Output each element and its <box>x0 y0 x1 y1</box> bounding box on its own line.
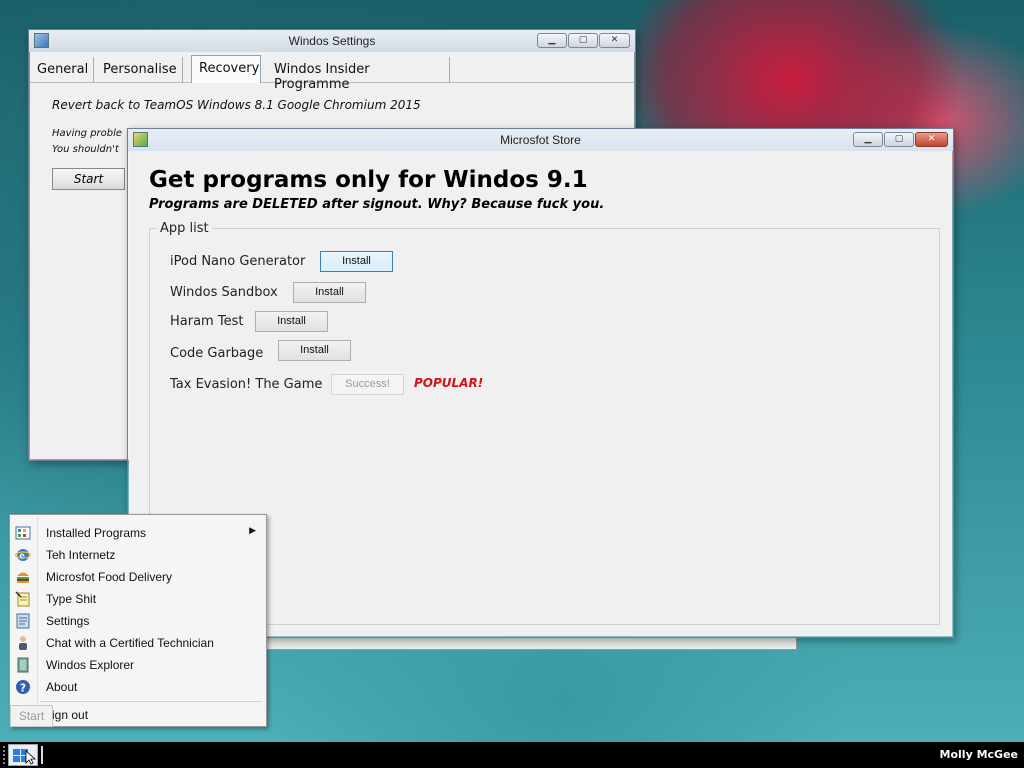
help-icon: ? <box>15 679 31 695</box>
tab-insider-programme[interactable]: Windos Insider Programme <box>267 57 450 92</box>
user-name: Molly McGee <box>939 748 1018 761</box>
popular-badge: POPULAR! <box>414 376 484 390</box>
close-icon: ✕ <box>610 35 619 45</box>
taskbar: Molly McGee <box>0 742 1024 768</box>
menu-label-windos-explorer: Windos Explorer <box>46 658 135 672</box>
menu-label-sign-out: ign out <box>52 708 89 722</box>
menu-item-type-shit[interactable]: Type Shit <box>12 588 264 610</box>
app-list-label: App list <box>157 221 212 236</box>
app-name-code-garbage: Code Garbage <box>170 346 264 361</box>
trouble-text: Having proble You shouldn't <box>52 126 122 158</box>
settings-icon <box>15 613 31 629</box>
store-maximize-button[interactable]: ▢ <box>884 132 914 147</box>
submenu-arrow-icon: ▶ <box>249 526 256 536</box>
svg-text:?: ? <box>20 681 26 694</box>
menu-label-installed-programs: Installed Programs <box>46 526 147 540</box>
close-button[interactable]: ✕ <box>599 33 630 48</box>
start-recovery-button[interactable]: Start <box>52 168 125 190</box>
notepad-icon <box>15 591 31 607</box>
install-button-haram-test[interactable]: Install <box>255 311 328 332</box>
menu-label-food-delivery: Microsfot Food Delivery <box>46 570 173 584</box>
tab-recovery[interactable]: Recovery <box>191 55 261 83</box>
app-name-tax-evasion-the-game: Tax Evasion! The Game <box>170 377 323 392</box>
menu-item-teh-internetz[interactable]: e Teh Internetz <box>12 544 264 566</box>
store-subheading: Programs are DELETED after signout. Why?… <box>149 197 605 212</box>
minimize-button[interactable]: ▁ <box>537 33 567 48</box>
install-button-ipod-nano-generator[interactable]: Install <box>320 251 393 272</box>
taskbar-grip[interactable] <box>3 746 5 764</box>
menu-label-about: About <box>46 680 78 694</box>
menu-label-settings: Settings <box>46 614 90 628</box>
explorer-icon <box>15 657 31 673</box>
success-button-tax-evasion: Success! <box>331 374 404 395</box>
windows-logo-icon <box>13 749 37 765</box>
trouble-line-2: You shouldn't <box>52 144 119 155</box>
taskbar-divider <box>41 746 43 764</box>
maximize-button[interactable]: ▢ <box>568 33 598 48</box>
store-heading: Get programs only for Windos 9.1 <box>149 167 588 193</box>
menu-label-teh-internetz: Teh Internetz <box>46 548 116 562</box>
technician-icon <box>15 635 31 651</box>
store-close-button[interactable]: ✕ <box>915 132 948 147</box>
trouble-line-1: Having proble <box>52 128 123 139</box>
menu-item-chat-technician[interactable]: Chat with a Certified Technician <box>12 632 264 654</box>
start-button-ghost: Start <box>10 705 53 727</box>
revert-text: Revert back to TeamOS Windows 8.1 Google… <box>52 98 421 112</box>
app-name-haram-test: Haram Test <box>170 314 244 329</box>
menu-item-about[interactable]: ? About <box>12 676 264 698</box>
minimize-icon: ▁ <box>864 134 872 144</box>
app-name-windos-sandbox: Windos Sandbox <box>170 285 278 300</box>
menu-item-food-delivery[interactable]: Microsfot Food Delivery <box>12 566 264 588</box>
install-button-windos-sandbox[interactable]: Install <box>293 282 366 303</box>
start-button[interactable] <box>8 744 38 766</box>
menu-label-type-shit: Type Shit <box>46 592 97 606</box>
tab-personalise[interactable]: Personalise <box>96 57 183 83</box>
menu-item-installed-programs[interactable]: Installed Programs ▶ <box>12 522 264 544</box>
hidden-window-edge <box>266 638 797 650</box>
maximize-icon: ▢ <box>894 134 904 144</box>
menu-item-windos-explorer[interactable]: Windos Explorer <box>12 654 264 676</box>
internet-explorer-icon: e <box>14 547 32 563</box>
minimize-icon: ▁ <box>548 35 556 45</box>
programs-icon <box>15 525 31 541</box>
store-title: Microsfot Store <box>500 133 581 147</box>
menu-label-chat-technician: Chat with a Certified Technician <box>46 636 214 650</box>
burger-icon <box>15 569 31 585</box>
close-icon: ✕ <box>927 134 936 144</box>
settings-titlebar[interactable]: Windos Settings ▁ ▢ ✕ <box>29 30 635 52</box>
start-menu[interactable]: Installed Programs ▶ e Teh Internetz Mic… <box>9 514 267 727</box>
menu-item-settings[interactable]: Settings <box>12 610 264 632</box>
install-button-code-garbage[interactable]: Install <box>278 340 351 361</box>
tab-general[interactable]: General <box>30 57 94 83</box>
menu-separator <box>40 701 262 702</box>
app-name-ipod-nano-generator: iPod Nano Generator <box>170 254 306 269</box>
store-minimize-button[interactable]: ▁ <box>853 132 883 147</box>
store-titlebar[interactable]: Microsfot Store ▁ ▢ ✕ <box>128 129 953 151</box>
maximize-icon: ▢ <box>578 35 588 45</box>
